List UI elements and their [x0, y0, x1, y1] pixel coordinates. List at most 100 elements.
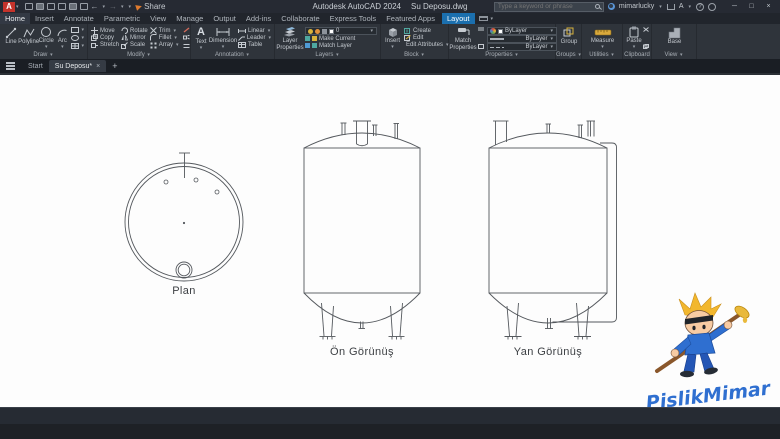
search-input[interactable] — [497, 3, 592, 10]
drawing-canvas[interactable]: Plan Ön Görünüş Yan Görünüş PislikMimar — [0, 75, 780, 415]
scale-tool[interactable]: Scale — [121, 41, 148, 49]
open-folder-icon[interactable] — [35, 3, 44, 10]
utilities-panel-label[interactable]: Utilities ▾ — [582, 52, 622, 58]
block-create-tool[interactable]: Create — [404, 27, 446, 34]
search-icon[interactable] — [594, 4, 600, 9]
color-dropdown[interactable]: ByLayer ▾ — [487, 27, 557, 35]
tab-addins[interactable]: Add-ins — [241, 13, 276, 24]
search-box[interactable] — [493, 1, 604, 12]
cart-icon[interactable] — [666, 3, 675, 10]
insert-caret-icon[interactable]: ▾ — [391, 44, 394, 51]
mirror-tool[interactable]: Mirror — [121, 34, 148, 41]
ribbon-display-toggle[interactable]: ▾ — [475, 13, 499, 24]
apps-caret-icon[interactable]: ▾ — [688, 4, 691, 10]
layer-properties-tool[interactable]: Layer Properties — [276, 26, 304, 51]
undo-icon[interactable]: ← — [91, 2, 99, 11]
tab-express-tools[interactable]: Express Tools — [325, 13, 382, 24]
block-panel-label[interactable]: Block ▾ — [381, 52, 448, 58]
user-avatar-icon[interactable] — [607, 3, 615, 10]
redo-icon[interactable]: → — [109, 2, 117, 11]
polyline-tool[interactable]: Polyline — [18, 26, 39, 51]
insert-tool[interactable]: Insert ▾ — [384, 26, 401, 51]
dimension-tool[interactable]: Dimension ▾ — [209, 26, 237, 51]
copy-tool[interactable]: Copy — [91, 34, 119, 42]
measure-caret-icon[interactable]: ▾ — [601, 44, 604, 51]
hatch-tool[interactable]: ▾ — [71, 43, 85, 49]
move-tool[interactable]: Move — [91, 27, 119, 35]
tab-layout[interactable]: Layout — [441, 13, 475, 24]
array-tool[interactable]: Array ▾ — [150, 42, 180, 49]
offset-tool[interactable] — [183, 43, 190, 49]
transparency-icon[interactable] — [478, 44, 484, 49]
draw-panel-label[interactable]: Draw ▾ — [0, 52, 87, 58]
rectangle-tool[interactable]: ▾ — [71, 27, 85, 33]
autodesk-apps-icon[interactable]: A — [679, 3, 684, 10]
tab-parametric[interactable]: Parametric — [99, 13, 145, 24]
match-layer-tool[interactable]: Match Layer — [305, 42, 377, 49]
username[interactable]: mimarlucky — [619, 3, 654, 10]
help-icon[interactable]: ? — [696, 2, 704, 11]
stretch-tool[interactable]: Stretch — [91, 42, 119, 49]
redo-caret-icon[interactable]: ▾ — [121, 4, 124, 10]
lineweight-dropdown[interactable]: ByLayer ▾ — [487, 35, 557, 43]
new-file-icon[interactable] — [24, 3, 33, 10]
notifications-icon[interactable] — [708, 2, 716, 11]
tab-start[interactable]: Start — [22, 60, 49, 72]
tab-output[interactable]: Output — [208, 13, 241, 24]
minimize-button[interactable]: ─ — [726, 3, 743, 10]
cut-icon[interactable] — [643, 27, 649, 32]
circle-caret-icon[interactable]: ▾ — [45, 44, 48, 51]
save-as-icon[interactable] — [57, 3, 66, 10]
base-tool[interactable]: Base — [665, 26, 685, 51]
close-tab-icon[interactable]: × — [96, 63, 100, 70]
layers-panel-label[interactable]: Layers ▾ — [275, 52, 380, 58]
text-tool[interactable]: A Text ▾ — [194, 26, 208, 51]
save-icon[interactable] — [46, 3, 55, 10]
layer-dropdown[interactable]: 0 ▾ — [305, 27, 377, 36]
share-button[interactable]: Share — [135, 2, 165, 11]
explode-tool[interactable] — [182, 35, 190, 41]
tab-collaborate[interactable]: Collaborate — [276, 13, 324, 24]
clipboard-panel-label[interactable]: Clipboard — [623, 52, 651, 58]
tab-insert[interactable]: Insert — [30, 13, 59, 24]
file-tabs-menu-icon[interactable] — [6, 62, 15, 70]
tab-document[interactable]: Su Deposu* × — [48, 60, 107, 72]
match-properties-tool[interactable]: Match Properties — [449, 26, 477, 51]
print-icon[interactable] — [79, 3, 88, 10]
close-button[interactable]: × — [760, 3, 777, 10]
customize-qat-caret-icon[interactable]: ▾ — [129, 4, 132, 10]
tab-manage[interactable]: Manage — [171, 13, 208, 24]
user-menu-caret-icon[interactable]: ▾ — [659, 4, 662, 10]
linetype-dropdown[interactable]: ByLayer ▾ — [487, 43, 557, 51]
tab-view[interactable]: View — [145, 13, 171, 24]
modify-panel-label[interactable]: Modify ▾ — [88, 52, 190, 58]
tab-featured-apps[interactable]: Featured Apps — [381, 13, 440, 24]
undo-caret-icon[interactable]: ▾ — [103, 4, 106, 10]
groups-panel-label[interactable]: Groups ▾ — [556, 52, 581, 58]
paste-tool[interactable]: Paste ▾ — [626, 26, 642, 51]
ellipse-tool[interactable]: ▾ — [71, 35, 85, 41]
edit-attributes-tool[interactable]: Edit Attributes ▾ — [404, 42, 449, 49]
leader-tool[interactable]: Leader ▾ — [238, 34, 272, 41]
group-tool[interactable]: Group — [559, 26, 579, 51]
rotate-tool[interactable]: Rotate — [121, 27, 148, 35]
app-menu-caret-icon[interactable]: ▾ — [16, 4, 19, 10]
text-caret-icon[interactable]: ▾ — [200, 45, 203, 52]
plot-icon[interactable] — [68, 3, 77, 10]
linear-tool[interactable]: Linear ▾ — [238, 27, 272, 34]
measure-tool[interactable]: Measure ▾ — [590, 26, 616, 51]
new-tab-button[interactable]: + — [112, 61, 117, 71]
line-tool[interactable]: Line — [3, 26, 19, 51]
trim-tool[interactable]: Trim ▾ — [149, 27, 180, 35]
erase-tool[interactable] — [183, 27, 190, 33]
paste-caret-icon[interactable]: ▾ — [633, 44, 636, 51]
view-panel-label[interactable]: View ▾ — [652, 52, 696, 58]
table-tool[interactable]: Table — [238, 42, 272, 49]
annotation-panel-label[interactable]: Annotation ▾ — [191, 52, 274, 58]
arc-caret-icon[interactable]: ▾ — [61, 44, 64, 51]
restore-button[interactable]: □ — [743, 3, 760, 10]
dimension-caret-icon[interactable]: ▾ — [222, 44, 225, 51]
circle-tool[interactable]: Circle ▾ — [38, 26, 54, 51]
make-current-tool[interactable]: Make Current — [305, 35, 377, 42]
properties-list-icon[interactable] — [478, 27, 484, 32]
